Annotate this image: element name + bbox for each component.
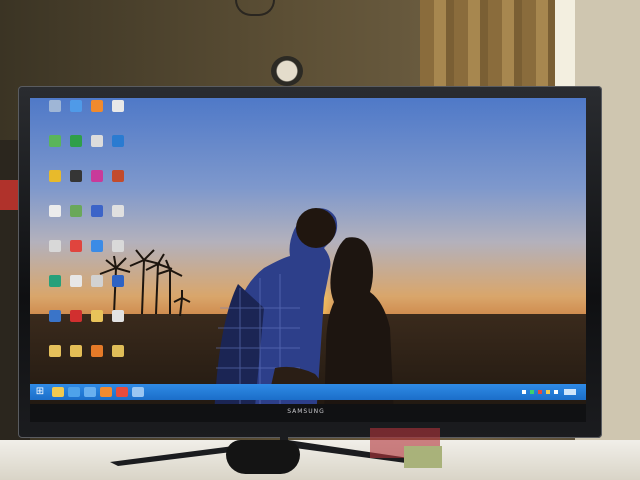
- app-icon: [91, 205, 103, 217]
- app-icon[interactable]: [107, 135, 129, 161]
- app-icon[interactable]: [65, 135, 87, 161]
- app-icon[interactable]: [107, 275, 129, 301]
- dropbox-icon: [91, 240, 103, 252]
- app-icon[interactable]: [65, 170, 87, 196]
- app-icon: [49, 170, 61, 182]
- folder-icon[interactable]: [107, 345, 129, 371]
- window-light: [555, 0, 577, 90]
- file-icon: [49, 205, 61, 217]
- app-icon[interactable]: [86, 170, 108, 196]
- file-icon: [112, 240, 124, 252]
- chrome-icon[interactable]: [65, 240, 87, 266]
- green-box: [404, 446, 442, 468]
- app-icon: [70, 170, 82, 182]
- app-icon[interactable]: [44, 135, 66, 161]
- folder-icon: [70, 100, 82, 112]
- taskbar: ⊞: [30, 384, 586, 400]
- ie-taskbar-icon[interactable]: [68, 387, 80, 397]
- file-icon: [49, 240, 61, 252]
- file-icon[interactable]: [107, 240, 129, 266]
- file-icon: [112, 310, 124, 322]
- firefox-icon[interactable]: [86, 100, 108, 126]
- app-icon: [112, 275, 124, 287]
- chrome-taskbar-icon[interactable]: [116, 387, 128, 397]
- tv-brand-logo: SAMSUNG: [287, 408, 325, 415]
- file-icon: [112, 205, 124, 217]
- app-icon: [49, 275, 61, 287]
- tray-icons: [522, 389, 576, 395]
- app-icon: [112, 135, 124, 147]
- wall-clock-icon: [271, 56, 303, 86]
- file-icon: [91, 135, 103, 147]
- system-tray[interactable]: [520, 386, 580, 398]
- folder-icon: [91, 310, 103, 322]
- recycle-bin-icon[interactable]: [44, 100, 66, 126]
- folder-icon: [49, 345, 61, 357]
- app-icon: [70, 135, 82, 147]
- app-icon: [91, 345, 103, 357]
- folder-icon[interactable]: [86, 310, 108, 336]
- acrobat-icon: [70, 310, 82, 322]
- file-icon[interactable]: [107, 205, 129, 231]
- curtain: [420, 0, 570, 96]
- file-icon[interactable]: [107, 100, 129, 126]
- folder-icon: [112, 345, 124, 357]
- game-controller-icon: [226, 440, 300, 474]
- app-taskbar-icon[interactable]: [132, 387, 144, 397]
- app-icon[interactable]: [44, 170, 66, 196]
- app-icon: [49, 135, 61, 147]
- app-icon[interactable]: [86, 205, 108, 231]
- file-icon: [112, 100, 124, 112]
- file-icon[interactable]: [86, 135, 108, 161]
- acrobat-icon[interactable]: [65, 310, 87, 336]
- file-icon: [70, 275, 82, 287]
- explorer-taskbar-icon[interactable]: [52, 387, 64, 397]
- app-icon: [49, 310, 61, 322]
- firefox-icon: [91, 100, 103, 112]
- folder-icon: [70, 345, 82, 357]
- app-icon[interactable]: [65, 205, 87, 231]
- file-icon: [91, 275, 103, 287]
- file-icon[interactable]: [44, 205, 66, 231]
- file-icon[interactable]: [44, 240, 66, 266]
- file-icon[interactable]: [107, 310, 129, 336]
- app-icon[interactable]: [86, 345, 108, 371]
- file-icon[interactable]: [65, 275, 87, 301]
- recycle-bin-icon: [49, 100, 61, 112]
- app-icon: [112, 170, 124, 182]
- app-icon: [70, 205, 82, 217]
- app-icon[interactable]: [44, 310, 66, 336]
- chrome-icon: [70, 240, 82, 252]
- app-icon: [91, 170, 103, 182]
- folder-icon[interactable]: [65, 100, 87, 126]
- app-icon[interactable]: [107, 170, 129, 196]
- folder-icon[interactable]: [65, 345, 87, 371]
- tv-screen: ⊞: [30, 98, 586, 418]
- dropbox-icon[interactable]: [86, 240, 108, 266]
- app-taskbar-icon[interactable]: [84, 387, 96, 397]
- folder-icon[interactable]: [44, 345, 66, 371]
- start-button[interactable]: ⊞: [34, 386, 46, 398]
- file-icon[interactable]: [86, 275, 108, 301]
- firefox-taskbar-icon[interactable]: [100, 387, 112, 397]
- app-icon[interactable]: [44, 275, 66, 301]
